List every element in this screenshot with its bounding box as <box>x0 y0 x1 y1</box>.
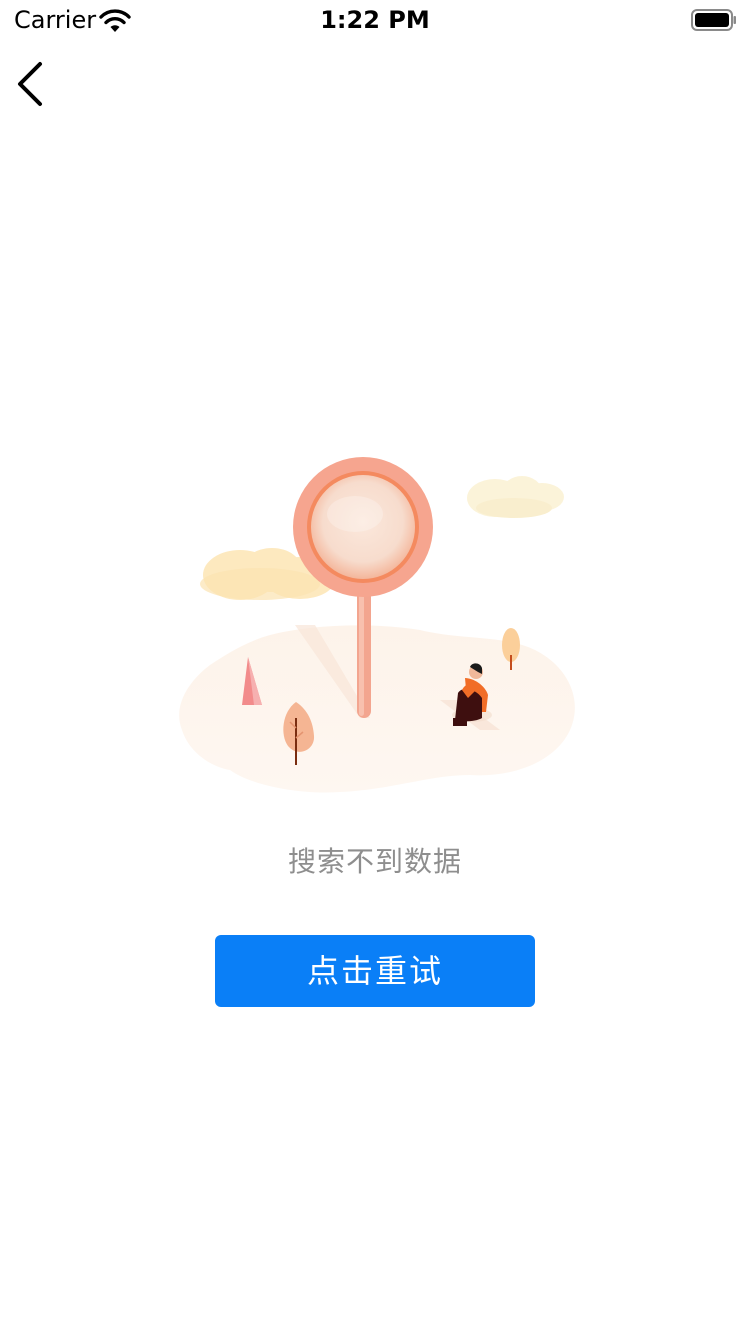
retry-button[interactable]: 点击重试 <box>215 935 535 1007</box>
clock: 1:22 PM <box>320 6 430 34</box>
chevron-left-icon <box>18 62 42 106</box>
back-button[interactable] <box>8 58 56 110</box>
cloud-right <box>467 476 564 518</box>
screen: Carrier 1:22 PM 搜索不到数据 点击重试 <box>0 0 750 1334</box>
status-bar: Carrier 1:22 PM <box>0 0 750 40</box>
empty-message: 搜索不到数据 <box>287 845 462 878</box>
empty-search-illustration <box>179 457 575 793</box>
battery-icon <box>691 9 736 31</box>
